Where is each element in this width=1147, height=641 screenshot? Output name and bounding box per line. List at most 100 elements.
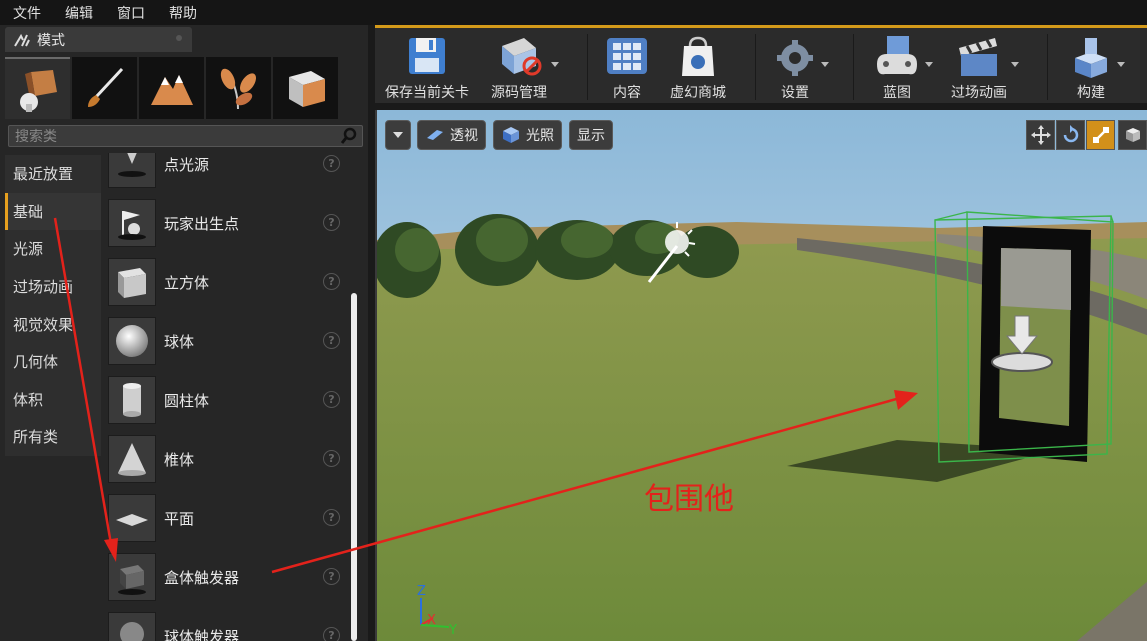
chevron-down-icon[interactable]: [1117, 62, 1125, 67]
list-item[interactable]: 椎体 ?: [108, 430, 348, 488]
category-cinematic[interactable]: 过场动画: [5, 267, 101, 306]
main-toolbar: 保存当前关卡 源码管理 内容 虚幻商城 设置 蓝图 过场动画 构建: [375, 25, 1147, 103]
clapperboard-icon: [959, 37, 997, 76]
menu-file[interactable]: 文件: [13, 3, 41, 23]
modes-tab-title: 模式: [37, 32, 65, 49]
help-icon[interactable]: ?: [323, 391, 340, 408]
svg-text:X: X: [427, 613, 436, 628]
perspective-button[interactable]: 透视: [417, 120, 486, 150]
cinematics-button[interactable]: 过场动画: [951, 32, 1019, 102]
save-label: 保存当前关卡: [385, 85, 469, 101]
annotation-text: 包围他: [644, 482, 734, 517]
toolbar-divider: [755, 34, 756, 100]
scrollbar[interactable]: [350, 155, 358, 641]
list-item[interactable]: 球体 ?: [108, 312, 348, 370]
help-icon[interactable]: ?: [323, 450, 340, 467]
svg-text:Y: Y: [448, 623, 457, 638]
landscape-mode-button[interactable]: [139, 57, 204, 119]
list-item[interactable]: 圆柱体 ?: [108, 371, 348, 429]
tab-close-icon[interactable]: [176, 35, 182, 41]
category-geometry[interactable]: 几何体: [5, 342, 101, 381]
save-current-level-button[interactable]: 保存当前关卡: [385, 32, 469, 102]
place-mode-button[interactable]: [5, 57, 70, 119]
gear-icon: [777, 39, 813, 76]
chevron-down-icon[interactable]: [925, 62, 933, 67]
landscape-icon: [150, 75, 193, 105]
perspective-icon: [427, 130, 443, 140]
search-icon[interactable]: [340, 127, 358, 145]
scale-mode-button[interactable]: [1086, 120, 1115, 150]
content-label: 内容: [613, 85, 641, 101]
category-basic[interactable]: 基础: [5, 192, 101, 231]
modes-tab[interactable]: 模式: [5, 27, 192, 52]
category-all-classes[interactable]: 所有类: [5, 418, 101, 456]
box-trigger-icon: [108, 553, 156, 601]
list-item[interactable]: 平面 ?: [108, 489, 348, 547]
category-recent[interactable]: 最近放置: [5, 155, 101, 193]
content-button[interactable]: 内容: [605, 32, 649, 102]
point-light-icon: [108, 153, 156, 188]
cube-snap-icon: [1125, 128, 1140, 142]
help-icon[interactable]: ?: [323, 509, 340, 526]
marketplace-button[interactable]: 虚幻商城: [670, 32, 726, 102]
lit-cube-icon: [503, 127, 519, 143]
source-control-label: 源码管理: [491, 85, 547, 101]
save-icon: [409, 37, 445, 74]
viewport-options-button[interactable]: [385, 120, 411, 150]
list-item-label: 立方体: [164, 273, 210, 292]
surface-snapping-button[interactable]: [1118, 120, 1147, 150]
geometry-mode-button[interactable]: [273, 57, 338, 119]
level-viewport[interactable]: Z X Y 透视 光照 显示 包围他: [375, 110, 1147, 641]
help-icon[interactable]: ?: [323, 568, 340, 585]
chevron-down-icon: [393, 132, 403, 138]
chevron-down-icon[interactable]: [1011, 62, 1019, 67]
move-arrows-icon: [1030, 125, 1051, 145]
list-item[interactable]: 球体触发器 ?: [108, 607, 348, 641]
foliage-icon: [220, 68, 256, 110]
scale-icon: [1092, 127, 1109, 143]
category-volumes[interactable]: 体积: [5, 380, 101, 419]
chevron-down-icon[interactable]: [821, 62, 829, 67]
list-item[interactable]: 盒体触发器 ?: [108, 548, 348, 606]
list-item[interactable]: 玩家出生点 ?: [108, 194, 348, 252]
build-button[interactable]: 构建: [1069, 32, 1125, 102]
help-icon[interactable]: ?: [323, 332, 340, 349]
paint-mode-button[interactable]: [72, 57, 137, 119]
marketplace-bag-icon: [682, 36, 714, 76]
menu-help[interactable]: 帮助: [169, 3, 197, 23]
show-flags-button[interactable]: 显示: [569, 120, 613, 150]
blueprint-gamepad-icon: [877, 35, 917, 74]
menu-bar: 文件 编辑 窗口 帮助: [0, 0, 1147, 25]
chevron-down-icon[interactable]: [551, 62, 559, 67]
help-icon[interactable]: ?: [323, 155, 340, 172]
lit-label: 光照: [526, 128, 554, 144]
source-control-button[interactable]: 源码管理: [491, 32, 559, 102]
help-icon[interactable]: ?: [323, 627, 340, 641]
list-item[interactable]: 立方体 ?: [108, 253, 348, 311]
lit-mode-button[interactable]: 光照: [493, 120, 562, 150]
scrollbar-thumb[interactable]: [351, 293, 357, 641]
cone-icon: [108, 435, 156, 483]
category-lights[interactable]: 光源: [5, 230, 101, 268]
list-item-label: 球体触发器: [164, 627, 240, 641]
menu-edit[interactable]: 编辑: [65, 3, 93, 23]
modes-icon: [14, 33, 30, 47]
rotate-mode-button[interactable]: [1056, 120, 1085, 150]
help-icon[interactable]: ?: [323, 214, 340, 231]
help-icon[interactable]: ?: [323, 273, 340, 290]
blueprints-label: 蓝图: [883, 85, 911, 101]
settings-button[interactable]: 设置: [773, 32, 829, 102]
player-start-icon: [108, 199, 156, 247]
paint-brush-icon: [87, 67, 123, 107]
category-visual-effects[interactable]: 视觉效果: [5, 305, 101, 343]
foliage-mode-button[interactable]: [206, 57, 271, 119]
sphere-trigger-icon: [108, 612, 156, 641]
menu-window[interactable]: 窗口: [117, 3, 145, 23]
viewport-scene: Z X Y: [377, 110, 1147, 641]
toolbar-divider: [587, 34, 588, 100]
search-input[interactable]: 搜索类: [8, 125, 363, 147]
list-item-label: 玩家出生点: [164, 214, 240, 233]
list-item[interactable]: 点光源 ?: [108, 153, 348, 193]
blueprints-button[interactable]: 蓝图: [873, 32, 933, 102]
translate-mode-button[interactable]: [1026, 120, 1055, 150]
